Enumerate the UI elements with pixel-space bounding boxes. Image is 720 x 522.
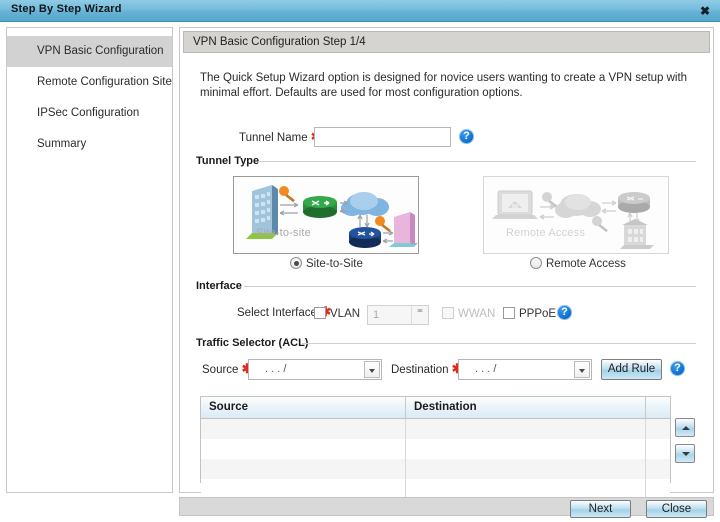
sidebar-item-ipsec-configuration[interactable]: IPSec Configuration [7, 98, 172, 129]
cell-source [201, 439, 406, 459]
cell-actions [646, 439, 670, 459]
remote-access-diagram-icon [492, 190, 654, 249]
table-row[interactable] [201, 439, 670, 459]
source-ip-field[interactable]: . . . / [248, 359, 382, 380]
radio-option-site-to-site[interactable]: Site-to-Site [290, 257, 363, 270]
tunnel-name-input[interactable] [314, 127, 451, 147]
cell-destination [406, 479, 646, 499]
checkbox-option-pppoe[interactable]: PPPoE [503, 307, 556, 320]
window-title: Step By Step Wizard [11, 3, 122, 15]
wwan-checkbox[interactable] [442, 307, 454, 319]
close-button[interactable]: Close [646, 500, 707, 518]
dialog-footer [179, 497, 714, 516]
vlan-id-spinner[interactable]: 1 [367, 305, 429, 325]
destination-ip-field[interactable]: . . . / [458, 359, 592, 380]
panel-header: VPN Basic Configuration Step 1/4 [183, 31, 710, 53]
add-rule-button[interactable]: Add Rule [601, 359, 662, 380]
column-header-actions [646, 397, 670, 418]
destination-label: Destination ✱ [391, 362, 463, 376]
table-row[interactable] [201, 459, 670, 479]
radio-option-remote-access[interactable]: Remote Access [530, 257, 626, 270]
panel-description: The Quick Setup Wizard option is designe… [200, 72, 688, 99]
source-dropdown-icon[interactable] [364, 361, 380, 378]
sidebar-item-vpn-basic-configuration[interactable]: VPN Basic Configuration [7, 36, 172, 67]
sidebar-item-label: VPN Basic Configuration [37, 45, 164, 57]
wwan-label: WWAN [458, 308, 496, 320]
sidebar-item-label: IPSec Configuration [37, 107, 140, 119]
group-divider [244, 286, 696, 287]
table-header-row: Source Destination [201, 397, 670, 419]
tunnel-type-card-remote-access[interactable]: Remote Access [483, 176, 669, 254]
site-to-site-image-caption: Site-to-site [256, 227, 311, 239]
window-titlebar: Step By Step Wizard ✖ [0, 0, 720, 22]
column-header-destination[interactable]: Destination [406, 397, 646, 418]
cell-destination [406, 439, 646, 459]
group-divider [302, 343, 696, 344]
step-by-step-wizard-dialog: Step By Step Wizard ✖ VPN Basic Configur… [0, 0, 720, 522]
source-ip-value: . . . / [265, 363, 287, 375]
checkbox-option-vlan[interactable]: VLAN [314, 307, 360, 320]
cell-destination [406, 419, 646, 439]
column-header-source[interactable]: Source [201, 397, 406, 418]
vlan-id-value: 1 [373, 309, 380, 321]
radio-site-to-site-label: Site-to-Site [306, 258, 363, 270]
vlan-spinner-buttons[interactable] [411, 306, 428, 324]
cell-actions [646, 419, 670, 439]
acl-rules-table: Source Destination [200, 396, 671, 499]
next-button[interactable]: Next [570, 500, 631, 518]
site-to-site-diagram-icon [246, 185, 418, 248]
pppoe-checkbox[interactable] [503, 307, 515, 319]
radio-remote-access-icon[interactable] [530, 257, 542, 269]
tunnel-type-card-site-to-site[interactable]: Site-to-site [233, 176, 419, 254]
destination-ip-value: . . . / [475, 363, 497, 375]
traffic-selector-group-label: Traffic Selector (ACL) [196, 337, 315, 349]
group-divider [258, 161, 696, 162]
cell-actions [646, 459, 670, 479]
help-icon-traffic-selector[interactable]: ? [670, 361, 685, 376]
interface-group-label: Interface [196, 280, 248, 292]
source-label: Source ✱ [202, 362, 253, 376]
cell-source [201, 419, 406, 439]
radio-remote-access-label: Remote Access [546, 258, 626, 270]
cell-actions [646, 479, 670, 499]
sidebar-item-summary[interactable]: Summary [7, 129, 172, 160]
help-icon-interface[interactable]: ? [557, 305, 572, 320]
move-down-button[interactable] [675, 444, 695, 463]
vlan-label: VLAN [330, 308, 361, 320]
tunnel-type-group-label: Tunnel Type [196, 155, 266, 167]
wizard-content-panel: VPN Basic Configuration Step 1/4 The Qui… [179, 27, 714, 499]
sidebar-item-remote-configuration-site[interactable]: Remote Configuration Site [7, 67, 172, 98]
remote-access-image-caption: Remote Access [506, 227, 586, 239]
close-icon[interactable]: ✖ [698, 4, 712, 18]
sidebar-item-label: Summary [37, 138, 87, 150]
tunnel-name-label: Tunnel Name ✱ [239, 130, 322, 144]
vlan-checkbox[interactable] [314, 307, 326, 319]
cell-source [201, 479, 406, 499]
cell-destination [406, 459, 646, 479]
destination-dropdown-icon[interactable] [574, 361, 590, 378]
cell-source [201, 459, 406, 479]
checkbox-option-wwan[interactable]: WWAN [442, 307, 495, 320]
sidebar-item-label: Remote Configuration Site [37, 76, 172, 88]
radio-site-to-site-icon[interactable] [290, 257, 302, 269]
move-up-button[interactable] [675, 418, 695, 437]
wizard-steps-sidebar: VPN Basic Configuration Remote Configura… [6, 27, 173, 493]
pppoe-label: PPPoE [519, 308, 557, 320]
help-icon-tunnel-name[interactable]: ? [459, 129, 474, 144]
table-row[interactable] [201, 419, 670, 439]
table-row[interactable] [201, 479, 670, 499]
